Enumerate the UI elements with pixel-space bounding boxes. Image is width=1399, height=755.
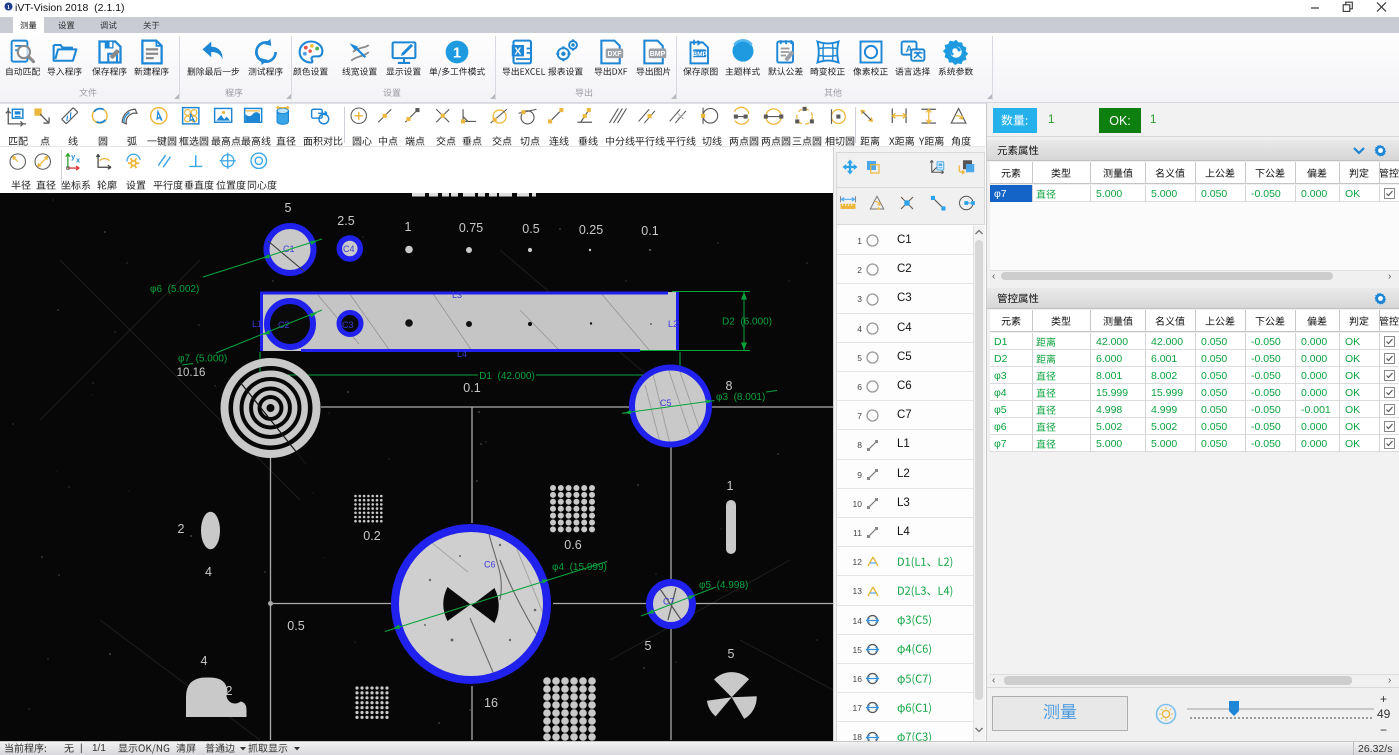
svg-text:φ5 (4.998): φ5 (4.998) bbox=[699, 580, 748, 591]
svg-text:0.25: 0.25 bbox=[579, 223, 603, 237]
svg-text:DXF: DXF bbox=[608, 51, 623, 58]
svg-text:C3: C3 bbox=[342, 320, 354, 330]
svg-text:8: 8 bbox=[726, 379, 733, 393]
svg-text:φ4 (15.999): φ4 (15.999) bbox=[552, 562, 607, 573]
svg-text:5: 5 bbox=[285, 201, 292, 215]
svg-text:BMP: BMP bbox=[650, 51, 666, 58]
svg-text:φ7 (5.000): φ7 (5.000) bbox=[178, 354, 227, 365]
svg-text:L4: L4 bbox=[457, 349, 467, 359]
svg-text:10.16: 10.16 bbox=[177, 367, 206, 379]
svg-text:0.2: 0.2 bbox=[363, 529, 380, 543]
svg-text:4: 4 bbox=[205, 565, 212, 579]
svg-text:D1 (42.000): D1 (42.000) bbox=[479, 371, 535, 382]
svg-text:L2: L2 bbox=[668, 319, 678, 329]
svg-text:C6: C6 bbox=[484, 560, 496, 570]
svg-text:C1: C1 bbox=[283, 244, 295, 254]
svg-text:BMP: BMP bbox=[692, 51, 707, 58]
svg-text:1: 1 bbox=[727, 479, 734, 493]
svg-text:1: 1 bbox=[7, 5, 10, 11]
svg-text:x: x bbox=[76, 155, 80, 164]
svg-text:D2 (6.000): D2 (6.000) bbox=[722, 317, 772, 328]
svg-text:0.5: 0.5 bbox=[522, 222, 539, 236]
svg-text:4: 4 bbox=[201, 654, 208, 668]
svg-text:0.1: 0.1 bbox=[463, 381, 480, 395]
svg-text:C4: C4 bbox=[343, 244, 355, 254]
svg-text:L1: L1 bbox=[252, 319, 262, 329]
svg-text:L3: L3 bbox=[452, 290, 462, 300]
svg-text:16: 16 bbox=[484, 696, 498, 710]
svg-text:1: 1 bbox=[453, 45, 461, 61]
svg-text:2.5: 2.5 bbox=[337, 214, 354, 228]
svg-text:5: 5 bbox=[728, 647, 735, 661]
svg-text:0.1: 0.1 bbox=[641, 224, 658, 238]
svg-text:0.5: 0.5 bbox=[287, 619, 304, 633]
svg-text:φ3 (8.001): φ3 (8.001) bbox=[716, 392, 765, 403]
svg-text:X: X bbox=[514, 46, 521, 58]
svg-text:0.75: 0.75 bbox=[459, 221, 483, 235]
svg-text:1: 1 bbox=[405, 220, 412, 234]
svg-text:0.6: 0.6 bbox=[564, 538, 581, 552]
svg-text:2: 2 bbox=[178, 522, 185, 536]
svg-text:φ6 (5.002): φ6 (5.002) bbox=[150, 284, 199, 295]
svg-text:5: 5 bbox=[645, 639, 652, 653]
